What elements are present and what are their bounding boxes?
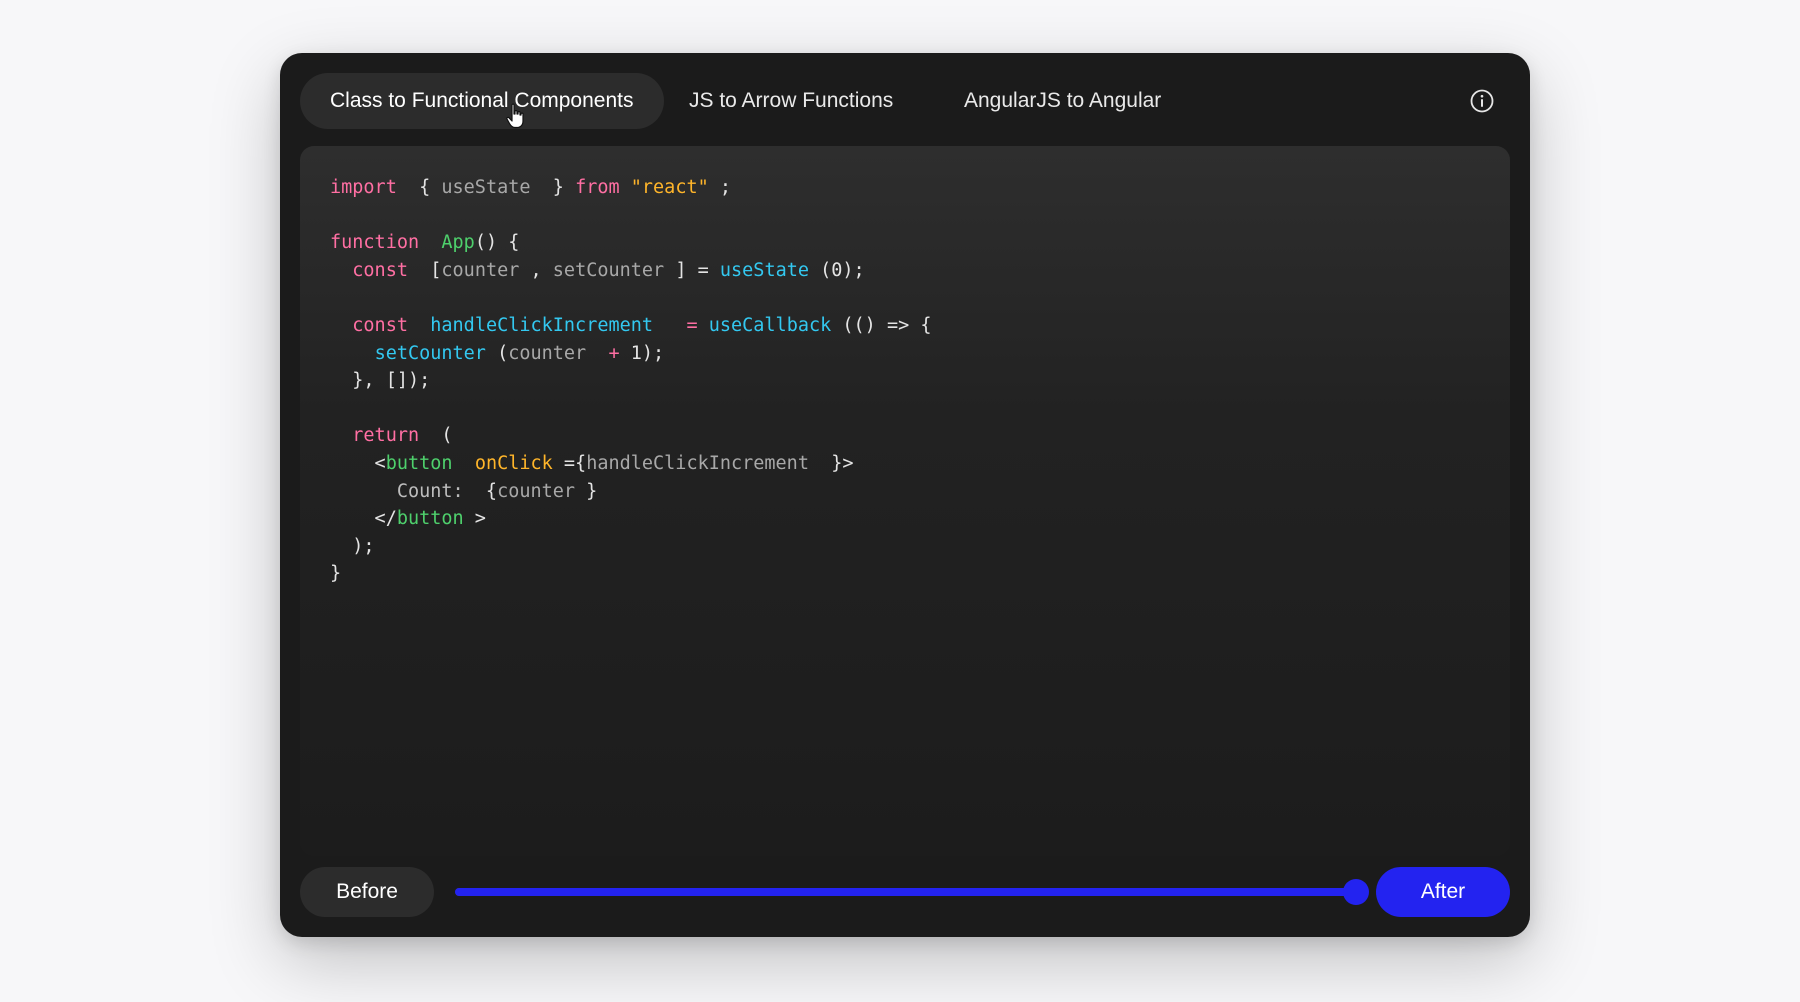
code-line: );: [330, 533, 932, 561]
code-token: +: [608, 342, 620, 364]
code-line: function App() {: [330, 229, 932, 257]
after-button[interactable]: After: [1376, 867, 1510, 917]
code-token: 1: [630, 342, 642, 364]
code-line: return (: [330, 422, 932, 450]
code-token: handleClickIncrement: [430, 314, 654, 336]
code-token: }: [575, 480, 598, 502]
before-button[interactable]: Before: [300, 867, 434, 917]
code-token: App: [441, 232, 475, 254]
code-token: const: [352, 314, 408, 336]
code-line: const [counter , setCounter ] = useState…: [330, 257, 932, 285]
code-token: counter: [441, 259, 520, 281]
code-token: ={: [552, 452, 587, 474]
code-token: }, []);: [330, 370, 431, 392]
tab-js-to-arrow[interactable]: JS to Arrow Functions: [659, 73, 923, 129]
tab-angularjs-to-angular[interactable]: AngularJS to Angular: [934, 73, 1191, 129]
slider-fill: [455, 888, 1356, 896]
code-line: <button onClick ={handleClickIncrement }…: [330, 450, 932, 478]
code-token: (: [809, 259, 832, 281]
code-token: button: [385, 452, 453, 474]
code-token: useCallback: [708, 314, 832, 336]
code-token: return: [352, 425, 420, 447]
code-token: const: [352, 259, 408, 281]
code-token: <: [330, 452, 386, 474]
code-token: counter: [497, 480, 576, 502]
code-token: ;: [708, 177, 732, 198]
code-token: counter: [508, 342, 587, 364]
code-token: set: [374, 342, 408, 364]
code-token: {: [463, 480, 498, 502]
code-line: }, []);: [330, 367, 932, 395]
code-token: =: [686, 314, 698, 336]
code-token: useState: [441, 177, 531, 198]
code-token: (: [419, 425, 453, 447]
code-line: import { useState } from "react" ;: [330, 174, 932, 202]
code-token: 0: [831, 259, 843, 281]
code-token: }>: [808, 452, 854, 474]
code-viewer: import { useState } from "react" ; funct…: [300, 146, 1510, 856]
code-token: handleClickIncrement: [586, 452, 809, 474]
code-token: onClick: [474, 452, 553, 474]
before-after-slider[interactable]: [455, 879, 1369, 905]
comparison-controls: Before After: [300, 867, 1510, 917]
code-token: ] =: [664, 259, 720, 281]
code-token: );: [641, 342, 665, 364]
tab-bar: Class to Functional Components JS to Arr…: [300, 73, 1510, 129]
code-token: ,: [519, 259, 553, 281]
code-token: (() => {: [831, 314, 932, 336]
code-token: from: [575, 177, 620, 198]
code-token: Count:: [396, 480, 464, 502]
code-token: }: [330, 563, 342, 585]
code-token: (: [485, 342, 509, 364]
code-token: );: [842, 259, 865, 281]
code-token: {: [396, 177, 442, 198]
code-token: >: [463, 508, 486, 530]
code-line: }: [330, 560, 932, 588]
code-token: button: [396, 508, 464, 530]
code-token: }: [530, 177, 576, 198]
code-token: () {: [474, 232, 520, 254]
code-line: setCounter (counter + 1);: [330, 340, 932, 368]
code-token: [: [407, 259, 442, 281]
code-line: const handleClickIncrement = useCallback…: [330, 312, 932, 340]
code-token: setCounter: [552, 259, 665, 281]
code-token: "react": [630, 177, 709, 198]
code-token: );: [330, 535, 375, 557]
tab-class-to-functional[interactable]: Class to Functional Components: [300, 73, 664, 129]
code-token: function: [330, 232, 420, 254]
info-icon[interactable]: [1469, 88, 1495, 114]
code-transform-panel: Class to Functional Components JS to Arr…: [280, 53, 1530, 937]
code-block: import { useState } from "react" ; funct…: [330, 174, 932, 588]
code-token: </: [330, 508, 397, 530]
code-line: </button >: [330, 505, 932, 533]
slider-thumb[interactable]: [1343, 879, 1369, 905]
code-token: Counter: [407, 342, 486, 364]
code-token: useState: [719, 259, 809, 281]
code-token: import: [330, 177, 397, 198]
code-line: Count: {counter }: [330, 478, 932, 506]
